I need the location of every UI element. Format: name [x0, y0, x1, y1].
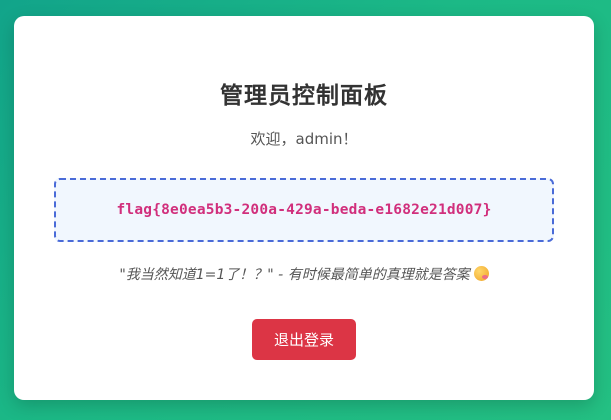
page-title: 管理员控制面板	[220, 83, 388, 109]
flag-box: flag{8e0ea5b3-200a-429a-beda-e1682e21d00…	[54, 178, 554, 242]
smiling-face-emoji-icon	[473, 266, 489, 281]
flag-text: flag{8e0ea5b3-200a-429a-beda-e1682e21d00…	[116, 202, 492, 218]
logout-button[interactable]: 退出登录	[252, 319, 356, 360]
admin-panel-card: 管理员控制面板 欢迎，admin！ flag{8e0ea5b3-200a-429…	[14, 16, 594, 400]
quote-text: "我当然知道1=1了！？" - 有时候最简单的真理就是答案	[119, 267, 470, 283]
quote-line: "我当然知道1=1了！？" - 有时候最简单的真理就是答案	[14, 264, 594, 284]
welcome-message: 欢迎，admin！	[250, 130, 358, 148]
